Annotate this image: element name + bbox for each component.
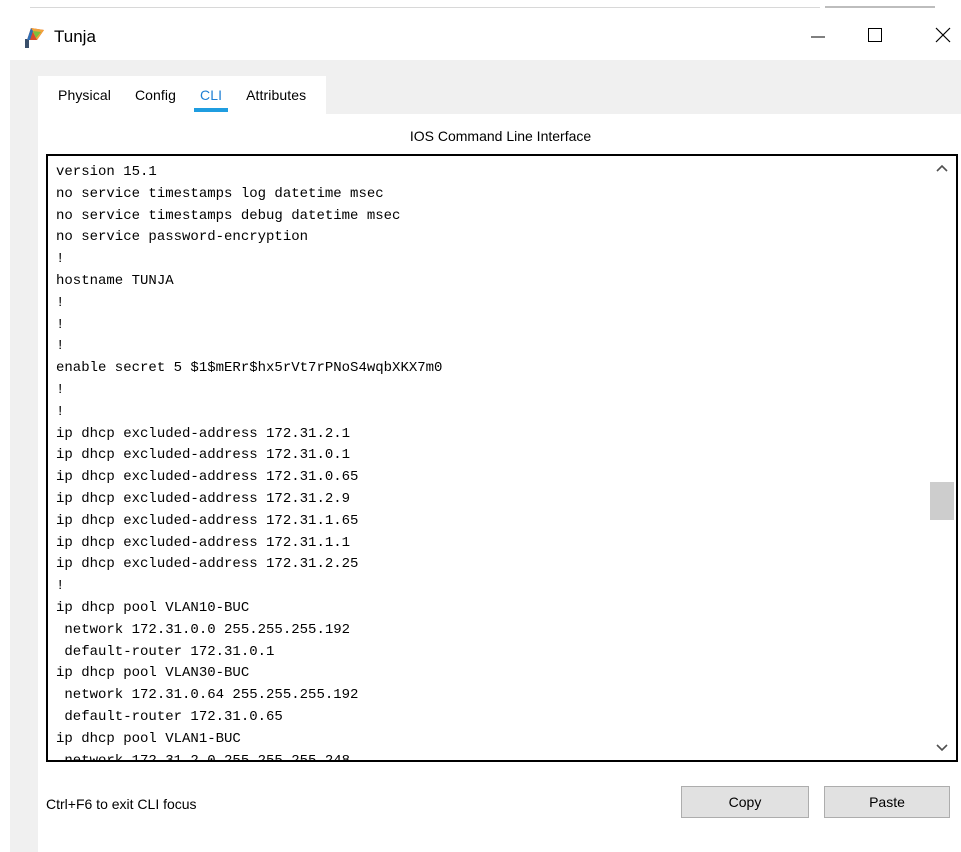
terminal-line: ip dhcp pool VLAN10-BUC <box>56 599 250 616</box>
paste-button[interactable]: Paste <box>824 786 950 818</box>
terminal-line: ip dhcp excluded-address 172.31.1.65 <box>56 512 359 529</box>
tab-attributes[interactable]: Attributes <box>234 76 318 114</box>
terminal-line: ip dhcp excluded-address 172.31.2.1 <box>56 425 351 442</box>
tab-label: Physical <box>58 87 111 103</box>
terminal-line: network 172.31.2.0 255.255.255.248 <box>56 752 351 762</box>
cli-panel: IOS Command Line Interface version 15.1 n… <box>38 114 961 852</box>
terminal-line: ! <box>56 316 65 333</box>
maximize-button[interactable] <box>852 10 898 60</box>
terminal-line: ! <box>56 251 65 268</box>
active-tab-indicator <box>194 108 229 112</box>
close-icon <box>935 27 951 43</box>
minimize-button[interactable] <box>795 10 841 60</box>
terminal-line: ip dhcp excluded-address 172.31.0.65 <box>56 469 359 486</box>
scroll-down-button[interactable] <box>928 736 956 760</box>
title-bar[interactable]: Tunja <box>0 10 961 60</box>
window-content: Physical Config CLI Attributes IOS Comma… <box>10 60 961 852</box>
close-button[interactable] <box>925 10 961 60</box>
terminal-output: version 15.1 no service timestamps log da… <box>56 162 916 762</box>
minimize-icon <box>811 28 825 42</box>
terminal-scrollbar[interactable] <box>928 156 956 760</box>
terminal-line: enable secret 5 $1$mERr$hx5rVt7rPNoS4wqb… <box>56 360 443 377</box>
tab-label: Config <box>134 87 177 103</box>
chevron-up-icon <box>936 159 948 177</box>
app-window: Tunja Physical Config CLI Attributes IOS… <box>0 0 961 852</box>
terminal-line: ! <box>56 338 65 355</box>
tab-config[interactable]: Config <box>123 76 188 114</box>
terminal-line: no service password-encryption <box>56 229 309 246</box>
chevron-down-icon <box>936 739 948 757</box>
scroll-thumb[interactable] <box>930 482 954 520</box>
top-edge-line <box>30 7 820 8</box>
terminal-line: ip dhcp pool VLAN1-BUC <box>56 730 241 747</box>
cli-terminal[interactable]: version 15.1 no service timestamps log da… <box>46 154 958 762</box>
terminal-line: ip dhcp pool VLAN30-BUC <box>56 665 250 682</box>
terminal-line: version 15.1 <box>56 164 157 180</box>
terminal-line: ip dhcp excluded-address 172.31.0.1 <box>56 447 351 464</box>
terminal-line: default-router 172.31.0.65 <box>56 708 283 725</box>
terminal-line: ! <box>56 578 65 595</box>
copy-button[interactable]: Copy <box>681 786 809 818</box>
cli-footer: Ctrl+F6 to exit CLI focus Copy Paste <box>38 762 961 852</box>
scroll-up-button[interactable] <box>928 156 956 180</box>
tab-label: CLI <box>200 87 223 103</box>
terminal-line: ! <box>56 294 65 311</box>
terminal-line: network 172.31.0.64 255.255.255.192 <box>56 687 359 704</box>
tab-label: Attributes <box>246 87 307 103</box>
maximize-icon <box>868 28 882 42</box>
window-title: Tunja <box>54 27 96 46</box>
terminal-line: ! <box>56 403 65 420</box>
packet-tracer-router-icon <box>22 25 46 49</box>
terminal-line: no service timestamps log datetime msec <box>56 185 384 202</box>
terminal-line: ip dhcp excluded-address 172.31.1.1 <box>56 534 351 551</box>
tab-physical[interactable]: Physical <box>46 76 123 114</box>
top-edge-accent <box>825 6 935 8</box>
terminal-line: hostname TUNJA <box>56 272 174 289</box>
tab-cli[interactable]: CLI <box>188 76 234 114</box>
cli-heading: IOS Command Line Interface <box>409 128 592 144</box>
terminal-line: network 172.31.0.0 255.255.255.192 <box>56 621 351 638</box>
terminal-line: ip dhcp excluded-address 172.31.2.25 <box>56 556 359 573</box>
terminal-line: ! <box>56 381 65 398</box>
terminal-line: default-router 172.31.0.1 <box>56 643 275 660</box>
window-top-edge <box>0 0 961 10</box>
cli-focus-hint: Ctrl+F6 to exit CLI focus <box>46 796 197 812</box>
terminal-line: ip dhcp excluded-address 172.31.2.9 <box>56 490 351 507</box>
tab-bar: Physical Config CLI Attributes <box>38 76 327 114</box>
terminal-line: no service timestamps debug datetime mse… <box>56 207 401 224</box>
